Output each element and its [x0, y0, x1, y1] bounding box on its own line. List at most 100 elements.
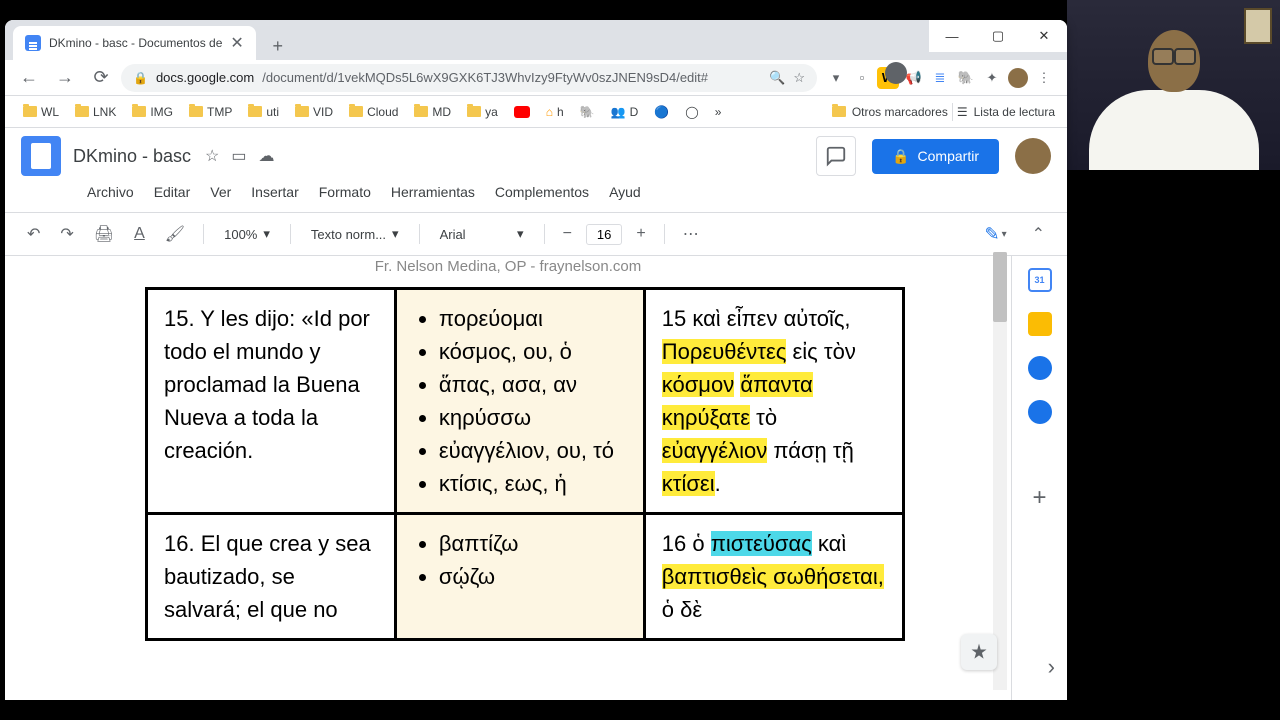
browser-window: — ▢ ✕ DKmino - basc - Documentos de ✕ + …: [5, 20, 1067, 700]
font-size-decrease[interactable]: −: [557, 221, 578, 247]
chrome-menu-icon[interactable]: ⋮: [1033, 67, 1055, 89]
presenter: [1094, 10, 1254, 170]
cell-greek-text[interactable]: 15 καὶ εἶπεν αὐτοῖς, Πορευθέντες εἰς τὸν…: [644, 289, 903, 514]
font-size-increase[interactable]: +: [630, 221, 651, 247]
folder-icon: [349, 106, 363, 117]
account-avatar[interactable]: [1015, 138, 1051, 174]
address-bar[interactable]: 🔒 docs.google.com/document/d/1vekMQDs5L6…: [121, 64, 817, 92]
folder-icon: [832, 106, 846, 117]
menu-archivo[interactable]: Archivo: [79, 180, 142, 204]
tab-title: DKmino - basc - Documentos de: [49, 36, 222, 50]
font-select[interactable]: Arial▾: [432, 222, 532, 246]
bookmark-folder[interactable]: LNK: [69, 101, 122, 123]
docs-toolbar: ↶ ↷ 🖨 A 🖌 100%▾ Texto norm...▾ Arial▾ − …: [5, 212, 1067, 256]
menu-insertar[interactable]: Insertar: [243, 180, 306, 204]
reload-button[interactable]: ⟳: [85, 62, 117, 94]
extensions-area: ▾ ▫ W 📢 ≣ 🐘 ✦ ⋮: [821, 67, 1059, 89]
editing-mode-button[interactable]: ✎▾: [978, 216, 1014, 252]
share-button[interactable]: 🔒 Compartir: [872, 139, 999, 174]
table-row: 15. Y les dijo: «Id por todo el mundo y …: [147, 289, 904, 514]
tab-bar: DKmino - basc - Documentos de ✕ +: [5, 20, 1067, 60]
bookmark-h[interactable]: ⌂ h: [540, 101, 570, 123]
bookmark-evernote[interactable]: 🐘: [574, 101, 601, 123]
side-panel-toggle[interactable]: ›: [1048, 654, 1055, 680]
ext-avatar-icon[interactable]: [1007, 67, 1029, 89]
print-button[interactable]: 🖨: [88, 220, 120, 248]
spellcheck-button[interactable]: A: [128, 221, 151, 247]
tasks-icon[interactable]: [1028, 356, 1052, 380]
contacts-icon[interactable]: [1028, 400, 1052, 424]
redo-button[interactable]: ↷: [54, 220, 79, 248]
bookmark-folder[interactable]: ya: [461, 101, 504, 123]
ext-evernote-icon[interactable]: 🐘: [955, 67, 977, 89]
bookmark-overflow[interactable]: »: [709, 101, 728, 123]
calendar-icon[interactable]: [1028, 268, 1052, 292]
bookmark-folder[interactable]: uti: [242, 101, 285, 123]
menu-ver[interactable]: Ver: [202, 180, 239, 204]
url-search-icon[interactable]: 🔍: [769, 70, 785, 86]
collapse-toolbar-button[interactable]: ⌃: [1026, 220, 1051, 248]
bookmark-folder[interactable]: Cloud: [343, 101, 404, 123]
comments-button[interactable]: [816, 136, 856, 176]
share-icon: 🔒: [892, 148, 909, 165]
menu-herramientas[interactable]: Herramientas: [383, 180, 483, 204]
ext-todoist-icon[interactable]: ≣: [929, 67, 951, 89]
cell-greek-text[interactable]: 16 ὁ πιστεύσας καὶ βαπτισθεὶς σωθήσεται,…: [644, 514, 903, 640]
move-icon[interactable]: ▭: [231, 146, 246, 166]
minimize-button[interactable]: —: [929, 20, 975, 52]
bookmark-folder[interactable]: WL: [17, 101, 65, 123]
menu-ayuda[interactable]: Ayud: [601, 180, 649, 204]
font-size-input[interactable]: 16: [586, 224, 622, 245]
menu-editar[interactable]: Editar: [146, 180, 199, 204]
bookmark-folder[interactable]: IMG: [126, 101, 179, 123]
ext-pocket-icon[interactable]: ▾: [825, 67, 847, 89]
tab-close-button[interactable]: ✕: [230, 33, 243, 53]
document-title[interactable]: DKmino - basc: [73, 146, 191, 167]
undo-button[interactable]: ↶: [21, 220, 46, 248]
folder-icon: [248, 106, 262, 117]
scrollbar[interactable]: [993, 252, 1007, 690]
keep-icon[interactable]: [1028, 312, 1052, 336]
bookmark-folder[interactable]: MD: [408, 101, 457, 123]
scrollbar-thumb[interactable]: [993, 252, 1007, 322]
docs-logo[interactable]: [21, 136, 61, 176]
cell-greek-vocab[interactable]: βαπτίζω σῴζω: [395, 514, 644, 640]
explore-button[interactable]: [961, 634, 997, 670]
list-icon: ☰: [957, 105, 968, 119]
cell-spanish[interactable]: 15. Y les dijo: «Id por todo el mundo y …: [147, 289, 396, 514]
ext-puzzle-icon[interactable]: ✦: [981, 67, 1003, 89]
bookmark-folder[interactable]: TMP: [183, 101, 238, 123]
bookmark-folder[interactable]: VID: [289, 101, 339, 123]
reading-list[interactable]: ☰Lista de lectura: [957, 105, 1055, 119]
close-window-button[interactable]: ✕: [1021, 20, 1067, 52]
folder-icon: [467, 106, 481, 117]
menu-formato[interactable]: Formato: [311, 180, 379, 204]
forward-button[interactable]: →: [49, 62, 81, 94]
paint-format-button[interactable]: 🖌: [159, 220, 191, 248]
add-addon-button[interactable]: +: [1032, 484, 1046, 512]
cell-spanish[interactable]: 16. El que crea y sea bautizado, se salv…: [147, 514, 396, 640]
bookmark-d[interactable]: 👥 D: [605, 101, 645, 123]
cell-greek-vocab[interactable]: πορεύομαι κόσμος, ου, ὁ ἅπας, ασα, αν κη…: [395, 289, 644, 514]
new-tab-button[interactable]: +: [264, 32, 292, 60]
webcam-overlay: [1067, 0, 1280, 170]
maximize-button[interactable]: ▢: [975, 20, 1021, 52]
bookmark-ring[interactable]: ◯: [679, 101, 704, 123]
style-select[interactable]: Texto norm...▾: [303, 222, 407, 246]
folder-icon: [75, 106, 89, 117]
zoom-select[interactable]: 100%▾: [216, 222, 278, 246]
star-icon[interactable]: ☆: [205, 146, 219, 166]
more-toolbar-button[interactable]: ⋯: [677, 220, 705, 248]
bookmark-7[interactable]: 🔵: [648, 101, 675, 123]
ext-readlater-icon[interactable]: ▫: [851, 67, 873, 89]
menu-complementos[interactable]: Complementos: [487, 180, 597, 204]
url-path: /document/d/1vekMQDs5L6wX9GXK6TJ3WhvIzy9…: [262, 70, 708, 85]
back-button[interactable]: ←: [13, 62, 45, 94]
cloud-icon[interactable]: ☁: [259, 146, 275, 166]
star-icon[interactable]: ☆: [793, 70, 805, 86]
folder-icon: [23, 106, 37, 117]
other-bookmarks[interactable]: Otros marcadores: [832, 105, 948, 119]
document-canvas[interactable]: Fr. Nelson Medina, OP - fraynelson.com 1…: [5, 256, 1011, 700]
bookmark-youtube[interactable]: [508, 102, 536, 122]
browser-tab[interactable]: DKmino - basc - Documentos de ✕: [13, 26, 256, 60]
